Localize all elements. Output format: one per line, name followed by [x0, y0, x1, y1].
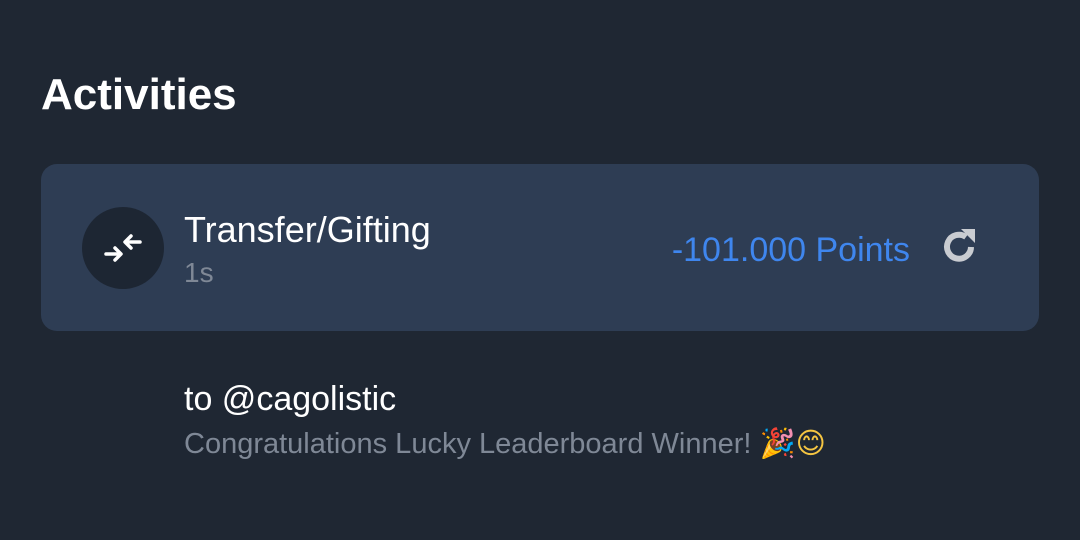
transfer-avatar [82, 207, 164, 289]
party-smile-emoji: 🎉😊 [759, 426, 826, 460]
activity-type-label: Transfer/Gifting [184, 209, 431, 250]
refresh-button[interactable] [937, 225, 981, 269]
points-amount: -101.000 Points [671, 231, 910, 269]
refresh-icon [944, 229, 975, 262]
gift-message-text: Congratulations Lucky Leaderboard Winner… [184, 428, 760, 460]
activity-card[interactable]: Transfer/Gifting 1s -101.000 Points [41, 164, 1039, 331]
recipient-label: to @cagolistic [184, 380, 397, 418]
page-title: Activities [41, 70, 237, 119]
transfer-arrows-icon [104, 234, 142, 262]
activity-timestamp: 1s [184, 257, 214, 288]
gift-message: Congratulations Lucky Leaderboard Winner… [184, 424, 826, 463]
